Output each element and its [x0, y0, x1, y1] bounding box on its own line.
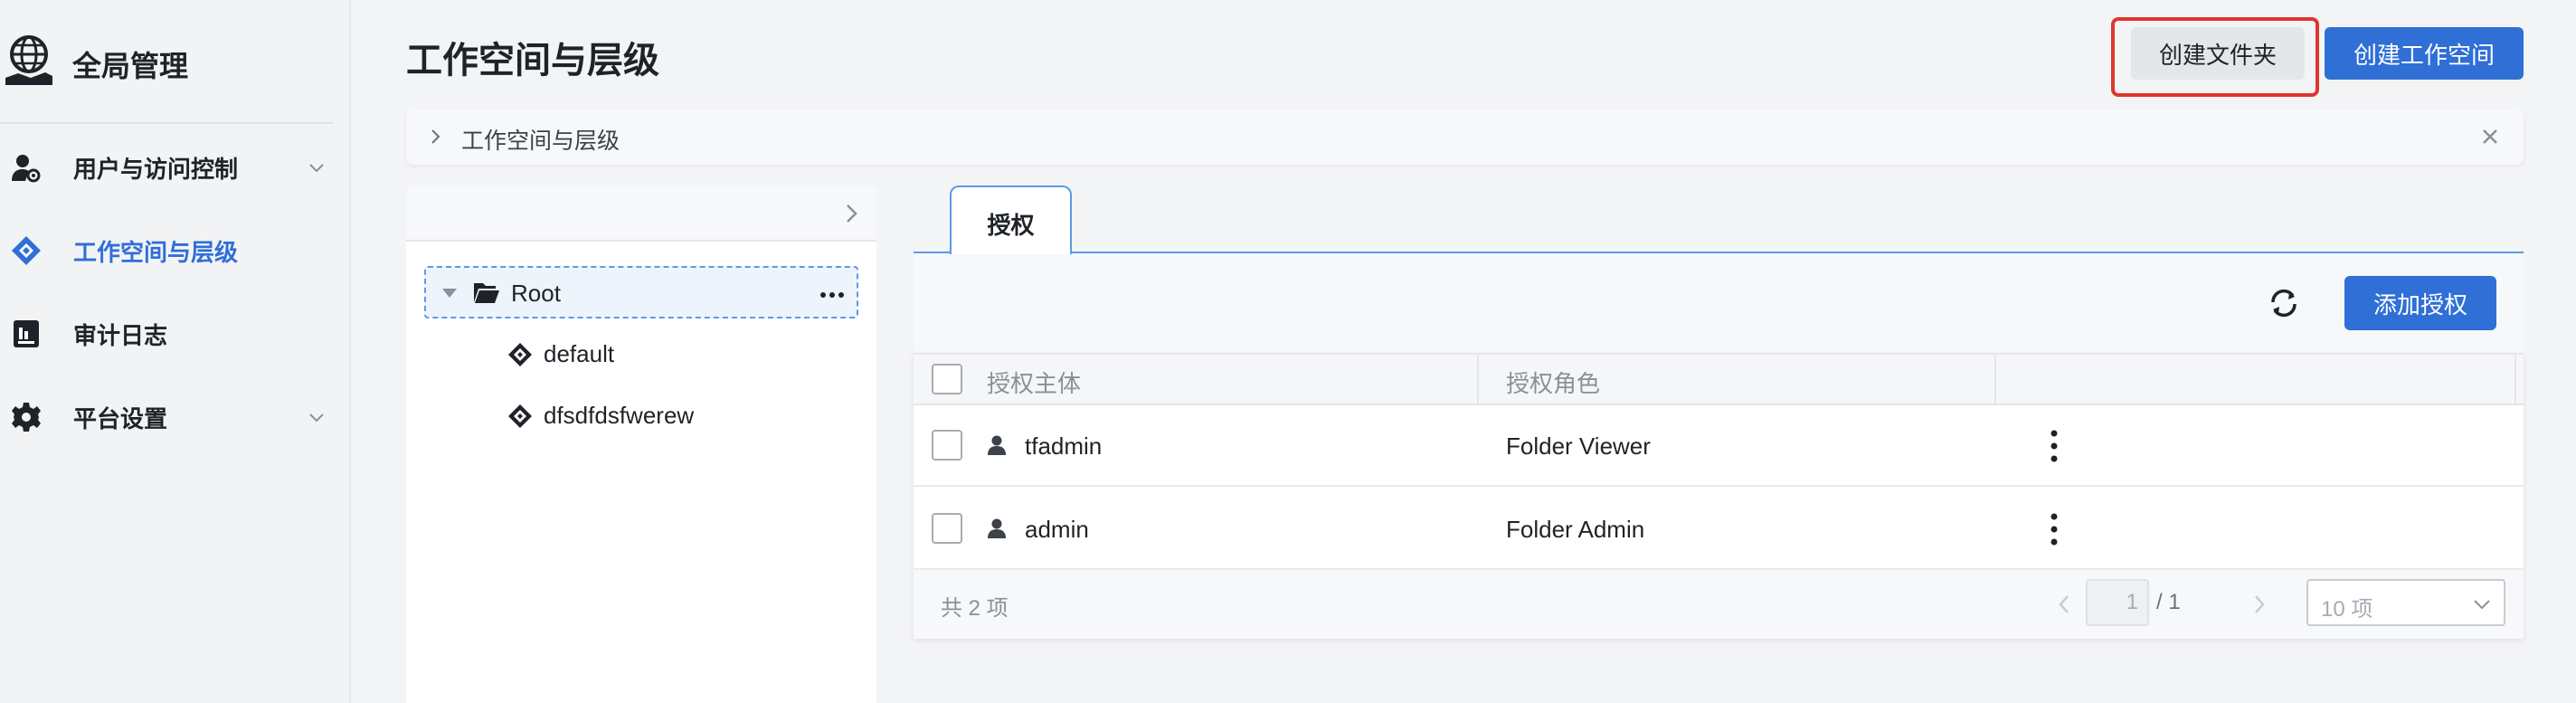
tree-node-label: dfsdfdsfwerew — [544, 402, 695, 429]
table-row[interactable]: admin Folder Admin — [914, 489, 2524, 570]
refresh-icon[interactable] — [2267, 286, 2301, 320]
breadcrumb: 工作空间与层级 — [406, 109, 2524, 165]
gear-icon — [12, 403, 41, 432]
chevron-right-icon[interactable] — [2249, 593, 2270, 616]
globe-hand-icon — [5, 35, 52, 85]
tree-node-label: Root — [511, 280, 561, 307]
authorization-table: 授权主体 授权角色 tfadmin Folder Viewer admin Fo… — [914, 353, 2524, 639]
workspace-diamond-icon — [12, 236, 41, 265]
more-vertical-icon[interactable] — [2046, 512, 2062, 546]
tree-node-label: default — [544, 340, 615, 367]
user-gear-icon — [12, 155, 41, 183]
row-checkbox[interactable] — [932, 430, 962, 461]
tree-node-default[interactable]: default — [507, 337, 851, 373]
total-count: 共 2 项 — [941, 596, 1009, 621]
close-icon[interactable] — [2477, 124, 2503, 149]
chevron-right-icon[interactable] — [424, 126, 446, 147]
cell-subject: tfadmin — [1025, 432, 1103, 460]
chevron-down-icon — [309, 413, 324, 423]
column-header-role: 授权角色 — [1506, 370, 1601, 397]
chevron-left-icon[interactable] — [2053, 593, 2075, 616]
brand-title: 全局管理 — [72, 50, 189, 82]
toolbar: 添加授权 — [914, 253, 2524, 353]
cell-subject: admin — [1025, 516, 1089, 543]
column-divider — [1477, 355, 1479, 405]
column-header-subject: 授权主体 — [987, 370, 1082, 397]
brand: 全局管理 — [0, 0, 333, 124]
sidebar-item-label: 审计日志 — [73, 321, 168, 349]
chevron-down-icon — [2474, 600, 2490, 610]
sidebar-item-label: 工作空间与层级 — [73, 238, 239, 266]
tree-panel: Root default dfsdfdsfwerew — [406, 185, 876, 703]
table-footer: 共 2 项 / 1 10 项 — [914, 570, 2524, 639]
page-total: / 1 — [2156, 590, 2181, 614]
table-row[interactable]: tfadmin Folder Viewer — [914, 405, 2524, 487]
create-folder-button[interactable]: 创建文件夹 — [2131, 27, 2305, 80]
column-divider — [1994, 355, 1996, 405]
workspace-icon — [508, 343, 532, 366]
tree-node-dfsdfdsfwerew[interactable]: dfsdfdsfwerew — [507, 398, 851, 434]
sidebar: 全局管理 用户与访问控制 工作空间与层级 审计日志 平台设置 — [0, 0, 351, 703]
tree-node-root[interactable]: Root — [424, 266, 858, 318]
table-header: 授权主体 授权角色 — [914, 353, 2524, 405]
cell-role: Folder Viewer — [1506, 432, 1651, 460]
sidebar-item-label: 用户与访问控制 — [73, 155, 239, 183]
tab-label: 授权 — [987, 212, 1035, 239]
sidebar-item-workspace[interactable]: 工作空间与层级 — [0, 214, 351, 287]
more-vertical-icon[interactable] — [2046, 429, 2062, 463]
tree-header — [406, 185, 876, 242]
sidebar-item-platform-settings[interactable]: 平台设置 — [0, 381, 351, 453]
caret-down-icon[interactable] — [440, 286, 459, 300]
create-workspace-button[interactable]: 创建工作空间 — [2325, 27, 2524, 80]
row-checkbox[interactable] — [932, 513, 962, 544]
page-size-select[interactable]: 10 项 — [2306, 579, 2505, 626]
column-divider — [2514, 355, 2516, 405]
select-all-checkbox[interactable] — [932, 364, 962, 394]
chevron-right-icon[interactable] — [838, 201, 864, 226]
sidebar-item-label: 平台设置 — [73, 404, 168, 432]
sidebar-item-audit-log[interactable]: 审计日志 — [0, 298, 351, 370]
chevron-down-icon — [309, 164, 324, 173]
more-horizontal-icon[interactable] — [819, 280, 846, 306]
breadcrumb-item[interactable]: 工作空间与层级 — [461, 123, 620, 156]
sidebar-item-user-access[interactable]: 用户与访问控制 — [0, 131, 351, 204]
workspace-icon — [508, 404, 532, 428]
page-title: 工作空间与层级 — [406, 41, 659, 81]
cell-role: Folder Admin — [1506, 516, 1645, 543]
folder-open-icon — [474, 283, 499, 303]
add-authorization-button[interactable]: 添加授权 — [2344, 276, 2496, 330]
page-number-input[interactable] — [2086, 579, 2149, 626]
user-icon — [988, 435, 1006, 455]
audit-chart-icon — [14, 320, 39, 347]
tab-authorization[interactable]: 授权 — [950, 185, 1072, 254]
page-size-value: 10 项 — [2321, 597, 2373, 622]
user-icon — [988, 518, 1006, 538]
